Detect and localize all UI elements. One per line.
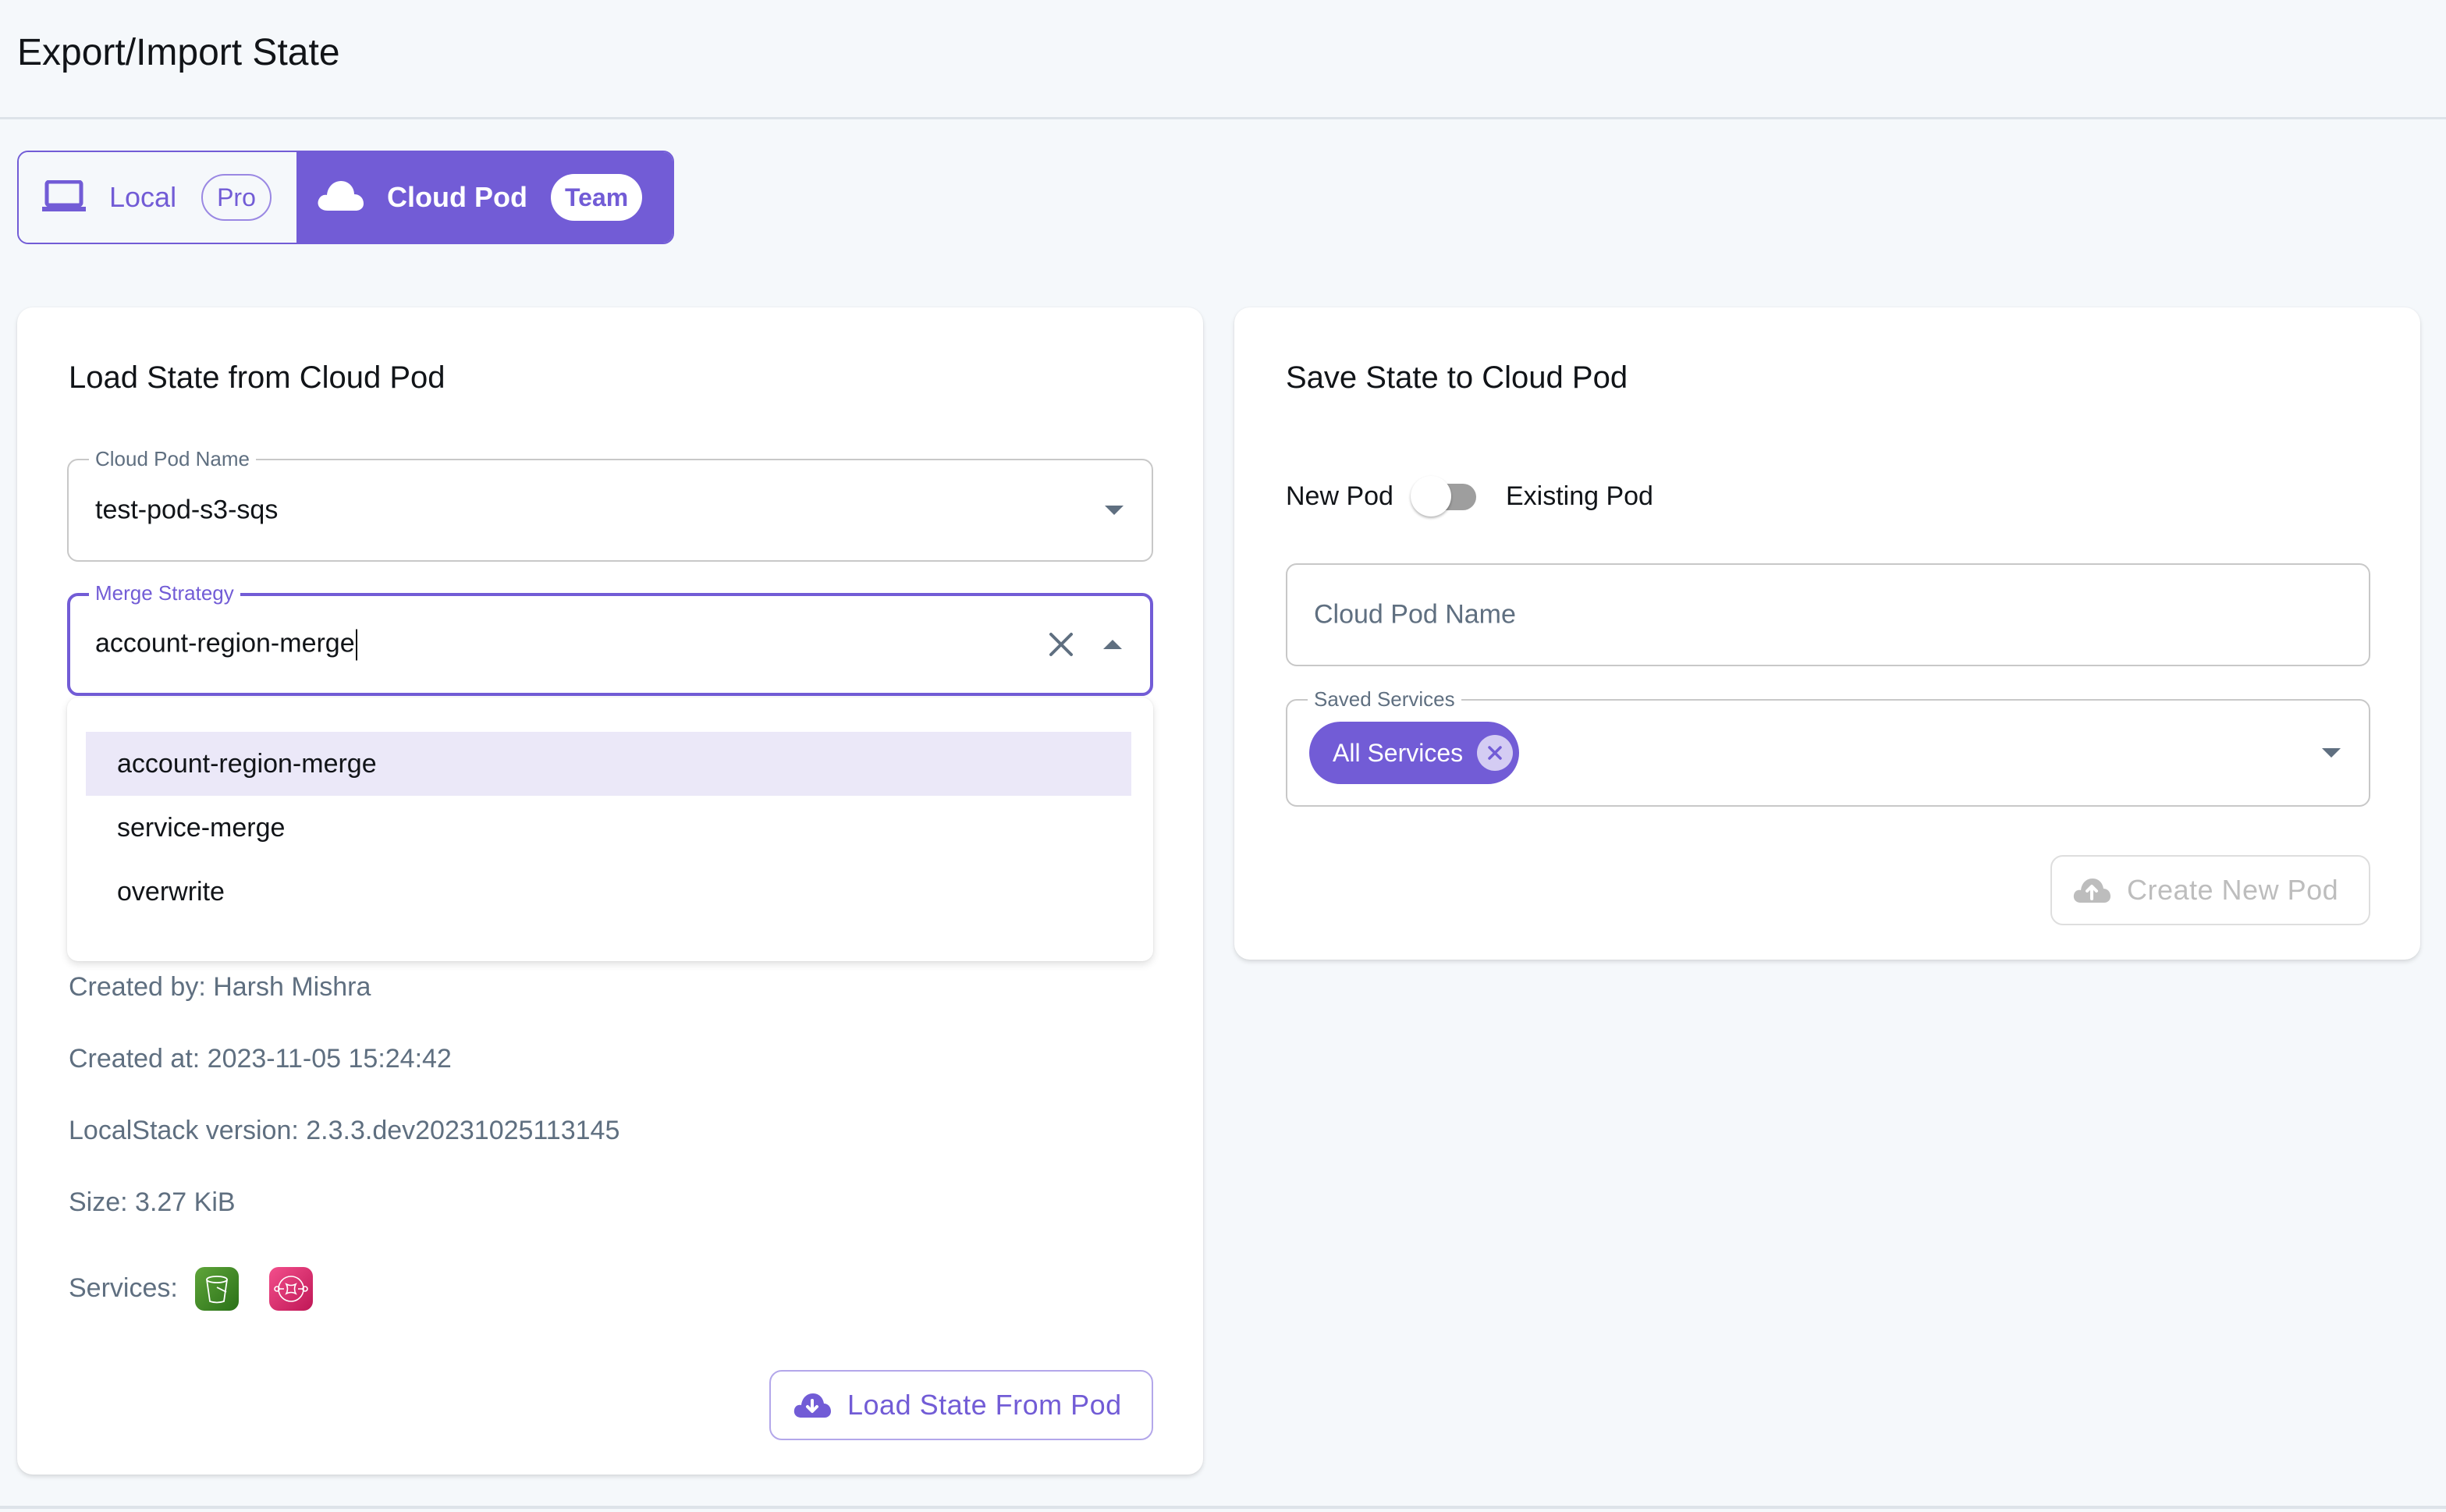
- merge-option[interactable]: account-region-merge: [86, 732, 1131, 796]
- new-pod-label: New Pod: [1286, 481, 1393, 511]
- cloud-download-icon: [793, 1392, 832, 1418]
- cloud-icon: [317, 179, 365, 216]
- pod-type-switch[interactable]: [1410, 476, 1486, 516]
- merge-option[interactable]: overwrite: [86, 860, 1131, 924]
- cloud-pod-name-value: test-pod-s3-sqs: [95, 495, 279, 525]
- merge-strategy-listbox: account-region-merge service-merge overw…: [67, 697, 1153, 961]
- create-new-pod-button[interactable]: Create New Pod: [2050, 855, 2370, 925]
- sqs-queue-icon: [269, 1267, 313, 1311]
- mode-cloud-pod-label: Cloud Pod: [387, 181, 527, 213]
- saved-services-label: Saved Services: [1308, 687, 1461, 711]
- merge-strategy-input-wrap: account-region-merge: [95, 628, 357, 661]
- mode-local-label: Local: [109, 181, 177, 213]
- chevron-up-icon[interactable]: [1103, 640, 1122, 649]
- new-cloud-pod-name-input[interactable]: Cloud Pod Name: [1286, 563, 2370, 666]
- cloud-upload-icon: [2072, 877, 2111, 903]
- chevron-down-icon[interactable]: [1105, 506, 1124, 515]
- clear-icon[interactable]: [1047, 630, 1075, 658]
- merge-strategy-label: Merge Strategy: [89, 581, 240, 605]
- load-state-from-pod-label: Load State From Pod: [847, 1389, 1122, 1421]
- created-by-text: Created by: Harsh Mishra: [69, 972, 371, 1002]
- text-caret: [355, 629, 357, 661]
- created-at-text: Created at: 2023-11-05 15:24:42: [69, 1044, 452, 1074]
- merge-strategy-combobox[interactable]: Merge Strategy account-region-merge: [67, 581, 1153, 696]
- create-new-pod-label: Create New Pod: [2127, 874, 2339, 906]
- header-divider: [0, 117, 2446, 119]
- save-card-title: Save State to Cloud Pod: [1286, 360, 1628, 395]
- footer-divider: [0, 1506, 2446, 1509]
- chip-label: All Services: [1333, 738, 1464, 767]
- cloud-pod-name-select[interactable]: Cloud Pod Name test-pod-s3-sqs: [67, 447, 1153, 562]
- pro-badge: Pro: [201, 174, 272, 221]
- chevron-down-icon[interactable]: [2322, 748, 2341, 758]
- mode-cloud-pod-button[interactable]: Cloud Pod Team: [296, 152, 673, 243]
- team-badge: Team: [550, 174, 643, 221]
- merge-strategy-input[interactable]: account-region-merge: [95, 628, 355, 658]
- services-label: Services:: [69, 1273, 178, 1303]
- cloud-pod-name-placeholder: Cloud Pod Name: [1314, 599, 1516, 630]
- all-services-chip[interactable]: All Services: [1309, 722, 1520, 784]
- pod-type-switch-row: New Pod Existing Pod: [1286, 476, 1653, 516]
- mode-local-button[interactable]: Local Pro: [19, 152, 296, 243]
- load-card-title: Load State from Cloud Pod: [69, 360, 446, 395]
- cloud-pod-name-label: Cloud Pod Name: [89, 447, 256, 470]
- page-title: Export/Import State: [17, 32, 340, 73]
- size-text: Size: 3.27 KiB: [69, 1187, 236, 1217]
- laptop-icon: [42, 179, 86, 215]
- mode-toggle-group: Local Pro Cloud Pod Team: [17, 151, 674, 244]
- merge-option[interactable]: service-merge: [86, 796, 1131, 860]
- switch-thumb[interactable]: [1410, 476, 1451, 516]
- load-state-from-pod-button[interactable]: Load State From Pod: [769, 1370, 1153, 1440]
- s3-bucket-icon: [195, 1267, 239, 1311]
- existing-pod-label: Existing Pod: [1505, 481, 1653, 511]
- saved-services-select[interactable]: Saved Services All Services: [1286, 687, 2370, 807]
- localstack-version-text: LocalStack version: 2.3.3.dev20231025113…: [69, 1116, 620, 1145]
- chip-remove-icon[interactable]: [1477, 735, 1514, 771]
